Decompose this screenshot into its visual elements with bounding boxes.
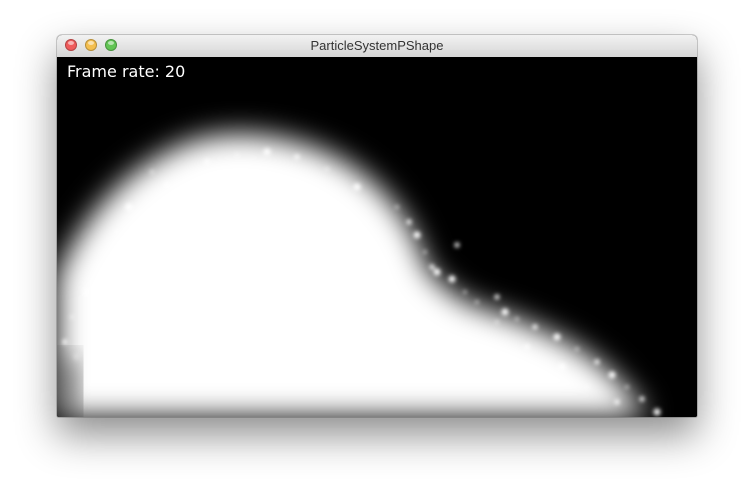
particle [558, 363, 566, 371]
particle [575, 347, 579, 351]
particle [429, 264, 435, 270]
particle [625, 385, 629, 389]
particle [353, 183, 361, 191]
particle [164, 182, 170, 188]
title-bar[interactable]: ParticleSystemPShape [57, 35, 697, 58]
particle [83, 288, 91, 296]
particle [115, 230, 119, 234]
particle [104, 254, 110, 260]
particle [495, 320, 499, 324]
particle [463, 290, 467, 294]
particle-glow [57, 133, 647, 417]
particle [413, 231, 421, 239]
app-window: ParticleSystemPShape Frame rate: 20 [57, 35, 697, 417]
window-title: ParticleSystemPShape [310, 38, 444, 53]
frame-rate-label: Frame rate: 20 [67, 62, 186, 81]
particle [515, 317, 519, 321]
particle [494, 294, 500, 300]
particle [423, 250, 427, 254]
particle [235, 153, 239, 157]
particle [524, 344, 530, 350]
particle [639, 396, 645, 402]
particle [653, 408, 661, 416]
particle [553, 333, 561, 341]
particle [614, 399, 620, 405]
particle [585, 385, 589, 389]
particle [70, 315, 74, 319]
particle [125, 203, 133, 211]
particle [263, 148, 271, 156]
particle [448, 275, 456, 283]
particle [395, 205, 399, 209]
particle-cloud [57, 133, 661, 417]
sketch-canvas[interactable]: Frame rate: 20 [57, 57, 697, 417]
particle [454, 242, 460, 248]
particle [594, 359, 600, 365]
particle [294, 154, 300, 160]
particle [608, 371, 616, 379]
particle [532, 324, 538, 330]
particle [204, 159, 210, 165]
particle [475, 300, 479, 304]
particle [62, 339, 68, 345]
particle [433, 268, 441, 276]
particle [150, 170, 154, 174]
particle [501, 308, 509, 316]
particle [325, 167, 329, 171]
particle [406, 219, 412, 225]
